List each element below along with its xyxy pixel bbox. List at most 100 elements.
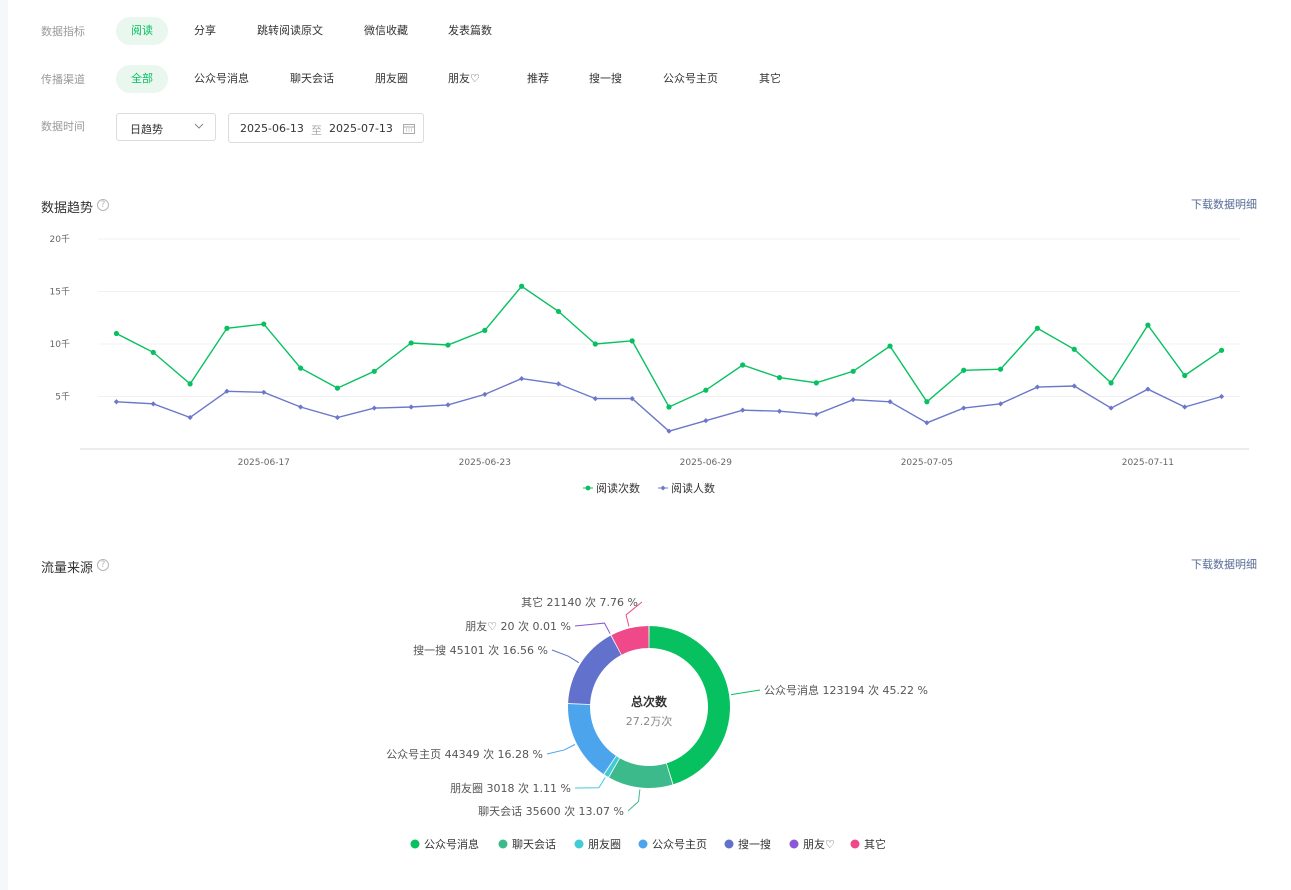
legend-marker	[660, 485, 666, 491]
legend-marker	[574, 839, 584, 849]
data-point	[961, 367, 967, 373]
donut-center-title: 总次数	[631, 694, 668, 709]
source-download-link[interactable]: 下载数据明细	[1191, 556, 1257, 572]
data-point	[924, 420, 930, 426]
series-line-read-count	[116, 285, 1222, 408]
data-point	[408, 404, 414, 410]
channel-option-friends-like[interactable]: 朋友♡	[433, 65, 495, 93]
channel-option-recommend[interactable]: 推荐	[512, 65, 564, 93]
slice-label: 公众号消息 123194 次 45.22 %	[764, 683, 928, 697]
data-point	[629, 338, 635, 344]
data-point	[113, 399, 120, 405]
legend-label: 公众号消息	[424, 837, 479, 851]
data-point	[813, 380, 819, 386]
legend-label: 公众号主页	[652, 838, 707, 851]
metric-option-read-original[interactable]: 跳转阅读原文	[242, 17, 338, 45]
data-point	[519, 283, 525, 289]
date-start[interactable]: 2025-06-13	[240, 122, 304, 135]
legend-marker	[585, 485, 591, 491]
donut-slice	[609, 758, 673, 788]
data-point	[850, 368, 856, 374]
donut-slice	[568, 704, 616, 775]
channel-option-other[interactable]: 其它	[744, 65, 796, 93]
data-point	[666, 404, 672, 410]
data-point	[187, 381, 193, 387]
data-point	[408, 340, 414, 346]
slice-label: 朋友♡ 20 次 0.01 %	[465, 619, 571, 633]
data-point	[482, 327, 488, 333]
channel-option-official-message[interactable]: 公众号消息	[179, 65, 264, 93]
channel-option-chat[interactable]: 聊天会话	[275, 65, 349, 93]
data-point	[555, 308, 562, 315]
channel-option-official-home[interactable]: 公众号主页	[648, 65, 733, 93]
data-point	[1145, 322, 1151, 328]
leader-line	[546, 744, 576, 755]
help-icon[interactable]: ?	[97, 559, 109, 571]
data-point	[1218, 347, 1225, 353]
traffic-source-donut-chart: 公众号消息 123194 次 45.22 % 聊天会话 35600 次 13.07…	[386, 595, 928, 851]
data-point	[113, 330, 120, 337]
data-point	[519, 376, 525, 382]
data-point	[261, 321, 267, 327]
x-tick-label: 2025-06-29	[680, 458, 733, 468]
data-point	[1108, 380, 1114, 386]
legend-marker	[789, 839, 799, 849]
legend-label: 阅读次数	[596, 481, 640, 495]
slice-label: 搜一搜 45101 次 16.56 %	[413, 643, 548, 657]
leader-line	[574, 777, 606, 789]
data-point	[887, 343, 893, 349]
leader-line	[574, 622, 611, 634]
data-point	[813, 411, 819, 417]
data-point	[997, 366, 1004, 372]
data-point	[224, 325, 230, 331]
legend-marker	[638, 839, 648, 849]
data-point	[298, 404, 304, 410]
metric-option-wechat-favorite[interactable]: 微信收藏	[349, 17, 423, 45]
x-tick-label: 2025-06-17	[238, 458, 290, 468]
trend-download-link[interactable]: 下载数据明细	[1191, 196, 1257, 212]
metric-option-read[interactable]: 阅读	[116, 17, 168, 45]
leader-line	[627, 789, 641, 812]
slice-label: 其它 21140 次 7.76 %	[521, 595, 638, 609]
channel-option-moments[interactable]: 朋友圈	[360, 65, 423, 93]
channel-option-search[interactable]: 搜一搜	[574, 65, 637, 93]
legend-marker	[850, 839, 860, 849]
channel-filter-label: 传播渠道	[41, 73, 85, 86]
data-point	[334, 385, 341, 391]
data-point	[703, 418, 709, 424]
legend-marker	[410, 839, 420, 849]
data-point	[1071, 346, 1077, 352]
legend-label: 阅读人数	[671, 481, 715, 495]
help-icon[interactable]: ?	[97, 199, 109, 211]
metric-option-share[interactable]: 分享	[179, 17, 231, 45]
data-point	[371, 405, 377, 411]
data-point	[592, 341, 598, 347]
source-title: 流量来源	[41, 561, 94, 576]
date-end[interactable]: 2025-07-13	[329, 122, 393, 135]
legend-label: 其它	[864, 837, 886, 851]
calendar-icon	[403, 124, 415, 134]
slice-label: 公众号主页 44349 次 16.28 %	[386, 747, 543, 761]
legend-marker	[498, 839, 508, 849]
data-point	[1034, 384, 1040, 390]
data-point	[445, 402, 451, 408]
data-point	[150, 401, 156, 407]
time-filter-label: 数据时间	[41, 120, 85, 133]
y-tick-label: 10千	[50, 339, 70, 350]
trend-line-chart: 20千 15千 10千 5千 2025-06-17 2025-06-23 2025-06-2…	[50, 234, 1249, 495]
data-point	[261, 389, 267, 395]
data-point	[1182, 372, 1188, 379]
x-tick-label: 2025-06-23	[459, 458, 511, 468]
date-range-picker[interactable]: 2025-06-13 至 2025-07-13	[228, 113, 424, 143]
legend-label: 朋友圈	[588, 837, 621, 851]
metric-option-publish-count[interactable]: 发表篇数	[433, 17, 507, 45]
data-point	[703, 387, 709, 393]
donut-center-value: 27.2万次	[626, 714, 673, 728]
data-point	[150, 349, 156, 355]
granularity-value: 日趋势	[130, 123, 163, 136]
chevron-down-icon	[194, 123, 204, 129]
leader-line	[730, 689, 761, 696]
analytics-panel: 数据指标 阅读 分享 跳转阅读原文 微信收藏 发表篇数 传播渠道 全部 公众号消…	[8, 0, 1291, 890]
granularity-select[interactable]: 日趋势	[116, 113, 216, 141]
channel-option-all[interactable]: 全部	[116, 65, 168, 93]
